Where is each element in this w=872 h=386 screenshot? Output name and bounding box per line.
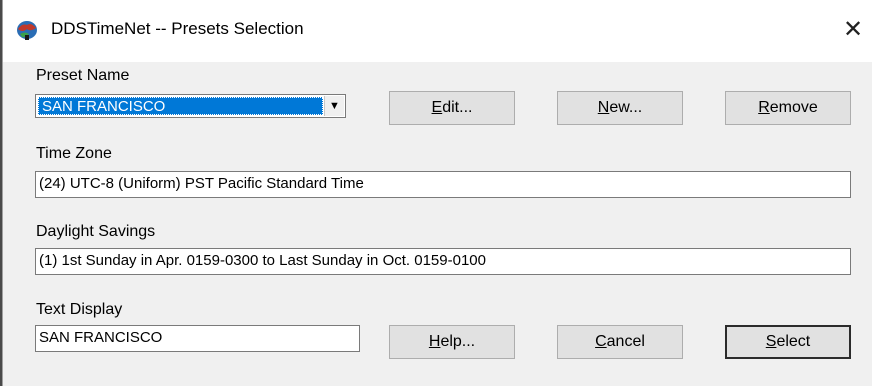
cancel-accel: C <box>595 333 607 350</box>
preset-name-dropdown[interactable]: SAN FRANCISCO ▼ <box>35 94 346 118</box>
daylight-savings-label: Daylight Savings <box>36 223 156 240</box>
new-label: ew... <box>609 99 643 116</box>
close-button[interactable]: ✕ <box>833 12 872 48</box>
close-icon: ✕ <box>842 16 864 43</box>
new-accel: N <box>597 99 610 116</box>
cancel-button[interactable]: Cancel <box>557 325 683 359</box>
select-label: elect <box>776 333 811 350</box>
presets-dialog: DDSTimeNet -- Presets Selection ✕ Preset… <box>0 0 872 386</box>
cancel-label: ancel <box>606 333 645 350</box>
edit-accel: E <box>431 99 443 116</box>
title-bar[interactable]: DDSTimeNet -- Presets Selection ✕ <box>3 0 872 62</box>
text-display-label: Text Display <box>36 301 123 318</box>
edit-label: dit... <box>442 99 473 116</box>
window-title: DDSTimeNet -- Presets Selection <box>51 19 304 38</box>
preset-name-selected: SAN FRANCISCO <box>38 97 323 115</box>
time-zone-label: Time Zone <box>36 145 112 162</box>
globe-icon <box>17 21 37 40</box>
remove-accel: R <box>758 99 770 116</box>
edit-button[interactable]: Edit... <box>389 91 515 125</box>
chevron-down-icon[interactable]: ▼ <box>324 96 344 116</box>
help-label: elp... <box>440 333 476 350</box>
text-display-input[interactable]: SAN FRANCISCO <box>35 325 360 352</box>
remove-button[interactable]: Remove <box>725 91 851 125</box>
remove-label: emove <box>769 99 818 116</box>
select-button[interactable]: Select <box>725 325 851 359</box>
new-button[interactable]: New... <box>557 91 683 125</box>
preset-name-label: Preset Name <box>36 67 130 84</box>
help-button[interactable]: Help... <box>389 325 515 359</box>
select-accel: S <box>765 333 777 350</box>
daylight-savings-field[interactable]: (1) 1st Sunday in Apr. 0159-0300 to Last… <box>35 248 851 275</box>
help-accel: H <box>428 333 441 350</box>
time-zone-field[interactable]: (24) UTC-8 (Uniform) PST Pacific Standar… <box>35 171 851 198</box>
